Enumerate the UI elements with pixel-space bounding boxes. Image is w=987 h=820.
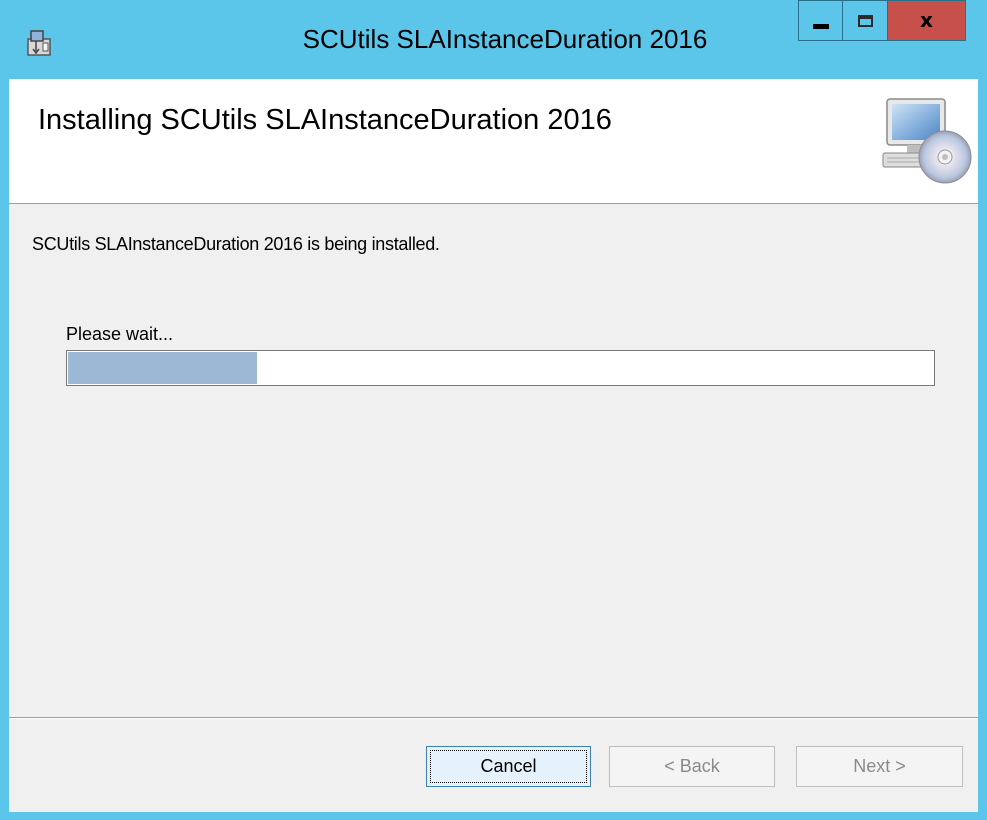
installer-window: SCUtils SLAInstanceDuration 2016 x Insta… [0, 0, 987, 820]
progress-bar [66, 350, 935, 386]
progress-fill [68, 352, 257, 384]
next-button-label: Next > [853, 756, 906, 776]
maximize-icon [857, 14, 873, 27]
page-title: Installing SCUtils SLAInstanceDuration 2… [38, 104, 612, 136]
cancel-button[interactable]: Cancel [426, 746, 591, 787]
title-bar[interactable]: SCUtils SLAInstanceDuration 2016 x [0, 0, 987, 79]
footer-divider [9, 717, 978, 719]
status-message: SCUtils SLAInstanceDuration 2016 is bein… [32, 234, 440, 254]
close-icon: x [920, 7, 933, 32]
back-button[interactable]: < Back [609, 746, 775, 787]
computer-with-cd-icon [882, 98, 972, 184]
dialog-body: Installing SCUtils SLAInstanceDuration 2… [9, 79, 978, 812]
close-button[interactable]: x [887, 0, 966, 41]
focus-rectangle [430, 750, 587, 783]
minimize-button[interactable] [798, 0, 842, 41]
maximize-button[interactable] [842, 0, 887, 41]
progress-label: Please wait... [66, 324, 174, 344]
next-button[interactable]: Next > [796, 746, 963, 787]
minimize-icon [812, 24, 829, 29]
dialog-header: Installing SCUtils SLAInstanceDuration 2… [9, 79, 978, 204]
back-button-label: < Back [664, 756, 720, 776]
